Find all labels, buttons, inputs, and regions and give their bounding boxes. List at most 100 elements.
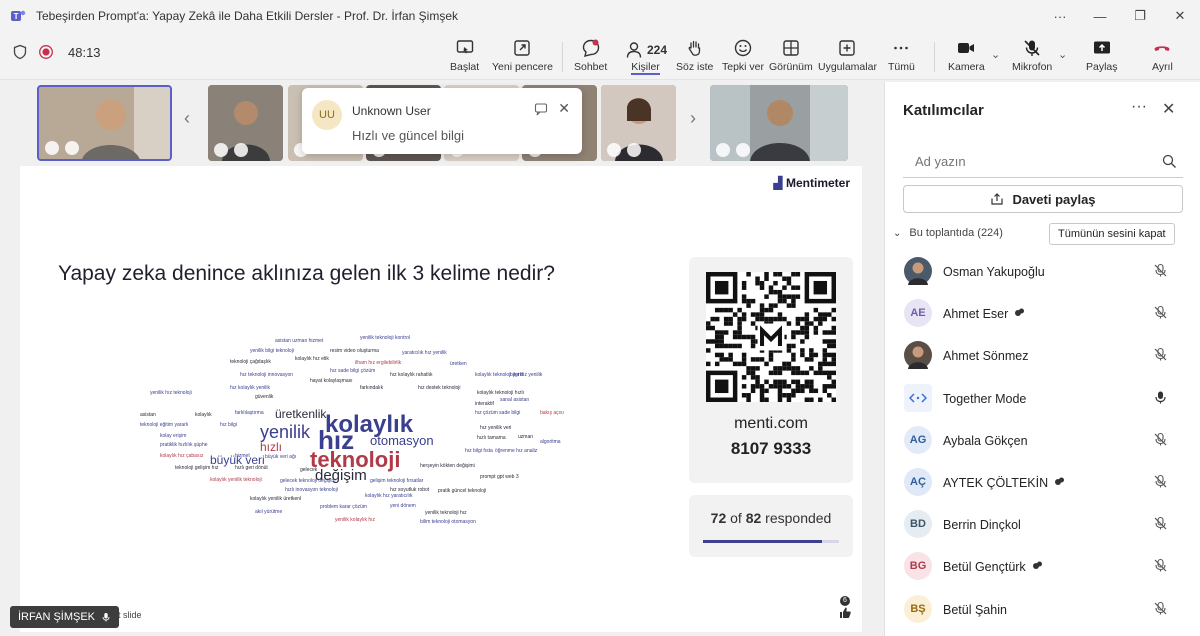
video-tile[interactable] [601, 85, 676, 161]
word-cloud-term: prompt gpt web 3 [480, 474, 519, 480]
word-cloud-term: gelecek [300, 467, 318, 473]
participant-row[interactable]: BŞ Betül Şahin [885, 589, 1200, 631]
video-tile[interactable] [208, 85, 283, 161]
camera-button[interactable]: Kamera [948, 38, 985, 73]
close-icon[interactable]: ✕ [1162, 99, 1175, 119]
participant-row[interactable]: AG Aybala Gökçen [885, 420, 1200, 462]
mic-options-chevron-icon[interactable]: ⌄ [1058, 48, 1067, 61]
word-cloud-term: güvenlik [255, 394, 274, 400]
search-icon[interactable] [1162, 154, 1177, 169]
participant-row[interactable]: Ahmet Sönmez [885, 335, 1200, 377]
word-cloud-term: kolaylık hız etik [295, 356, 329, 362]
mic-muted-icon[interactable] [1153, 516, 1168, 536]
word-cloud-term: otomasyon [370, 433, 434, 448]
mic-muted-icon[interactable] [1153, 263, 1168, 283]
people-count: 224 [647, 42, 668, 57]
pop-out-icon [514, 40, 531, 56]
new-window-button[interactable]: Yeni pencere [492, 38, 553, 73]
menti-url: menti.com [734, 415, 808, 432]
word-cloud-term: sanal asistan [500, 397, 530, 403]
gallery-next-icon[interactable]: › [690, 108, 696, 129]
participant-row[interactable]: Osman Yakupoğlu [885, 251, 1200, 293]
word-cloud-term: ilham hız ergilebilirlik [355, 360, 402, 366]
avatar: BD [904, 510, 932, 539]
presenter-label: İRFAN ŞİMŞEK [10, 606, 120, 628]
restore-button[interactable]: ❐ [1120, 8, 1160, 24]
start-button[interactable]: Başlat [450, 38, 479, 73]
chat-icon [582, 39, 599, 57]
word-cloud-term: gelişim teknoloji fırsatlar [370, 478, 424, 484]
video-tile[interactable] [710, 85, 848, 161]
share-invite-button[interactable]: Daveti paylaş [903, 185, 1183, 213]
mic-muted-icon[interactable] [1153, 601, 1168, 621]
avatar: BŞ [904, 594, 932, 623]
share-icon [991, 193, 1004, 205]
mic-muted-icon[interactable] [1153, 305, 1168, 325]
participant-name: Berrin Dinçkol [943, 518, 1021, 533]
word-cloud-term: herşeyin kökten değişimi [420, 463, 475, 469]
react-button[interactable]: Tepki ver [722, 38, 764, 73]
section-header[interactable]: ⌄ Bu toplantıda (224) [893, 227, 1003, 239]
window-title: Tebeşirden Prompt'a: Yapay Zekâ ile Daha… [36, 9, 459, 23]
chat-button[interactable]: Sohbet [574, 38, 607, 73]
participant-row[interactable]: BG Betül Gençtürk [885, 546, 1200, 588]
mute-all-button[interactable]: Tümünün sesini kapat [1049, 223, 1175, 245]
leave-button[interactable]: Ayrıl [1152, 38, 1173, 73]
shared-content: ▟ Mentimeter Yapay zeka denince aklınıza… [20, 166, 862, 632]
participant-row[interactable]: AE Ahmet Eser [885, 293, 1200, 335]
search-input[interactable] [903, 148, 1143, 175]
word-cloud-term: problem karar çözüm [320, 504, 367, 510]
share-button[interactable]: Paylaş [1086, 38, 1118, 73]
recording-icon[interactable] [38, 44, 54, 60]
more-button[interactable]: Tümü [888, 38, 915, 73]
title-bar: T Tebeşirden Prompt'a: Yapay Zekâ ile Da… [0, 0, 1200, 32]
mute-notification-icon[interactable] [534, 102, 548, 116]
responses-panel: 72 of 82 responded [689, 495, 853, 557]
word-cloud-term: hizmet [235, 453, 250, 459]
video-tile[interactable] [37, 85, 172, 161]
word-cloud-term: kolaylık hız yaratıcılık [365, 493, 413, 499]
word-cloud-term: hız teknoloji innovasyon [240, 372, 294, 378]
word-cloud-term: farklılaştırma [235, 410, 264, 416]
panel-more-icon[interactable]: ··· [1131, 98, 1147, 116]
avatar: AÇ [904, 467, 932, 496]
microphone-button[interactable]: Mikrofon [1012, 38, 1052, 73]
gallery-prev-icon[interactable]: ‹ [184, 108, 190, 129]
raise-hand-button[interactable]: Söz iste [676, 38, 713, 73]
word-cloud-term: yenilik teknoloji kontrol [360, 335, 411, 341]
close-window-button[interactable]: ✕ [1160, 8, 1200, 24]
word-cloud-term: asistan uzman hizmet [275, 338, 324, 344]
word-cloud-term: yenilik [260, 422, 311, 442]
apps-button[interactable]: Uygulamalar [818, 38, 877, 73]
view-button[interactable]: Görünüm [769, 38, 813, 73]
participant-row[interactable]: AÇ AYTEK ÇÖLTEKİN [885, 462, 1200, 504]
mic-on-icon[interactable] [1153, 390, 1168, 410]
word-cloud-term: üretkenlik [275, 407, 327, 421]
mic-icon [102, 613, 110, 622]
participant-name: Together Mode [943, 391, 1027, 406]
participant-name: Ahmet Sönmez [943, 349, 1029, 364]
chat-notification[interactable]: UU Unknown User Hızlı ve güncel bilgi ✕ [302, 88, 582, 154]
thumbs-up-icon [840, 607, 851, 618]
people-button[interactable]: 224 Kişiler [624, 38, 667, 75]
camera-icon [958, 43, 975, 53]
word-cloud-term: pratik güncel teknoloji [438, 488, 487, 494]
avatar: BG [904, 552, 932, 581]
participant-row[interactable]: BD Berrin Dinçkol [885, 504, 1200, 546]
participant-row[interactable]: Together Mode [885, 378, 1200, 420]
word-cloud-term: hızlı [260, 440, 283, 454]
word-cloud-term: uzman [518, 434, 534, 440]
mic-muted-icon[interactable] [1153, 474, 1168, 494]
word-cloud-term: hız kolaylık yenilik [230, 385, 271, 391]
mic-muted-icon[interactable] [1153, 558, 1168, 578]
mic-muted-icon[interactable] [1153, 347, 1168, 367]
mic-muted-icon[interactable] [1153, 432, 1168, 452]
word-cloud-term: teknoloji gelişim hız [175, 465, 219, 471]
word-cloud-term: bilim teknoloji otomasyon [420, 519, 476, 525]
shield-icon[interactable] [12, 44, 28, 60]
word-cloud-term: yenilik kolaylık hız [335, 517, 376, 523]
camera-options-chevron-icon[interactable]: ⌄ [991, 48, 1000, 61]
minimize-button[interactable]: — [1080, 9, 1120, 24]
more-options-icon[interactable]: ··· [1040, 9, 1080, 24]
close-icon[interactable]: ✕ [558, 100, 570, 117]
